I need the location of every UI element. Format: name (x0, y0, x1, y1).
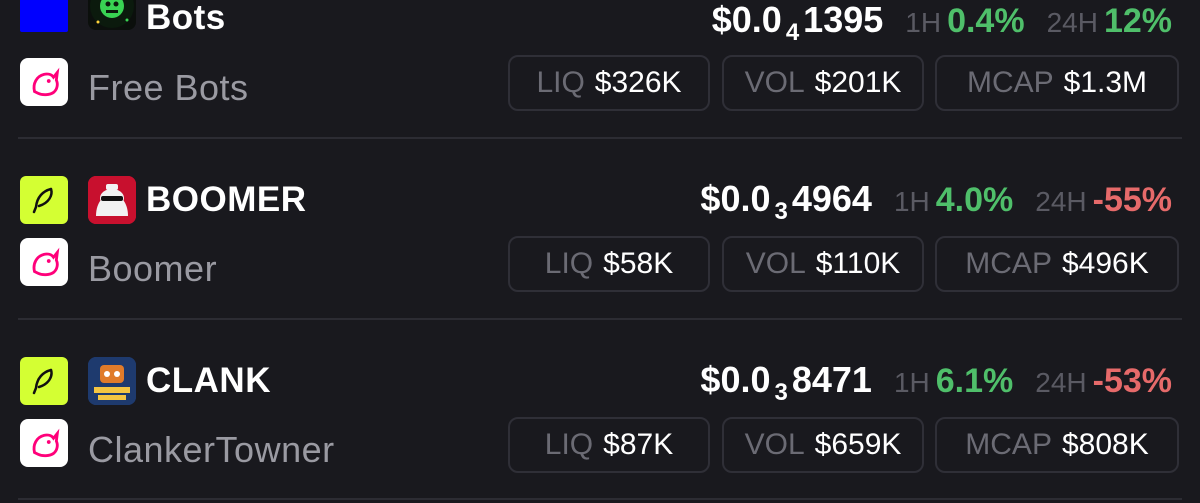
liquidity-pill: LIQ $87K (508, 417, 710, 473)
uniswap-unicorn-icon (20, 58, 68, 106)
token-row-boomer[interactable]: BOOMER $0.0 3 4964 1H 4.0% 24H -55% Boomer… (0, 141, 1200, 323)
change-1h: 4.0% (935, 181, 1014, 219)
token-name: Boomer (88, 248, 218, 289)
token-row-bots[interactable]: Bots $0.0 4 1395 1H 0.4% 24H 12% Free Bots… (0, 0, 1200, 142)
token-name: ClankerTowner (88, 429, 335, 470)
token-name: Free Bots (88, 67, 249, 108)
timeframe-24h-label: 24H (1046, 7, 1098, 38)
timeframe-1h-label: 1H (893, 367, 930, 398)
feather-icon (20, 176, 68, 224)
change-24h: 12% (1103, 2, 1172, 40)
market-cap-pill: MCAP $496K (935, 236, 1179, 292)
token-symbol: CLANK (146, 361, 271, 400)
change-1h: 0.4% (947, 2, 1025, 40)
clank-token-avatar (88, 357, 136, 405)
uniswap-unicorn-icon (20, 238, 68, 286)
liquidity-pill: LIQ $326K (508, 55, 710, 111)
volume-pill: VOL $110K (722, 236, 924, 292)
price-line: $0.0 4 1395 1H 0.4% 24H 12% (712, 2, 1172, 45)
token-row-clank[interactable]: CLANK $0.0 3 8471 1H 6.1% 24H -53% Clanker… (0, 322, 1200, 503)
change-1h: 6.1% (935, 362, 1014, 400)
uniswap-unicorn-icon (20, 419, 68, 467)
price-line: $0.0 3 8471 1H 6.1% 24H -53% (700, 362, 1172, 405)
feather-icon (20, 357, 68, 405)
row-divider (18, 498, 1182, 500)
token-price: $0.0 3 4964 (700, 178, 872, 225)
timeframe-24h-label: 24H (1035, 186, 1087, 217)
boomer-token-avatar (88, 176, 136, 224)
bots-token-avatar (88, 0, 136, 30)
token-symbol: BOOMER (146, 180, 307, 219)
row-divider (18, 318, 1182, 320)
timeframe-24h-label: 24H (1035, 367, 1087, 398)
token-list: Bots $0.0 4 1395 1H 0.4% 24H 12% Free Bots… (0, 0, 1200, 503)
change-24h: -53% (1092, 362, 1172, 400)
liquidity-pill: LIQ $58K (508, 236, 710, 292)
timeframe-1h-label: 1H (893, 186, 930, 217)
change-24h: -55% (1092, 181, 1172, 219)
blue-square-icon (20, 0, 68, 32)
volume-pill: VOL $659K (722, 417, 924, 473)
price-line: $0.0 3 4964 1H 4.0% 24H -55% (700, 181, 1172, 224)
token-price: $0.0 3 8471 (700, 359, 872, 406)
token-price: $0.0 4 1395 (711, 0, 884, 46)
market-cap-pill: MCAP $1.3M (935, 55, 1179, 111)
token-symbol: Bots (146, 0, 226, 37)
timeframe-1h-label: 1H (905, 7, 942, 38)
row-divider (18, 137, 1182, 139)
market-cap-pill: MCAP $808K (935, 417, 1179, 473)
volume-pill: VOL $201K (722, 55, 924, 111)
